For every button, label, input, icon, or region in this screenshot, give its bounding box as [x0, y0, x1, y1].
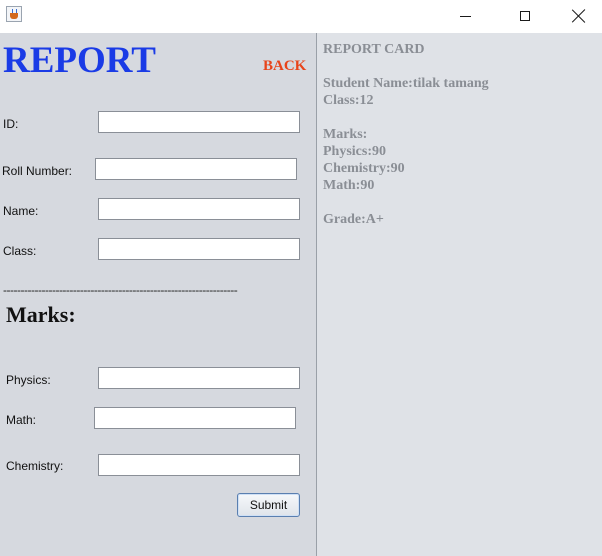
id-field[interactable] [98, 111, 300, 133]
math-field[interactable] [94, 407, 296, 429]
physics-field[interactable] [98, 367, 300, 389]
chemistry-label: Chemistry: [6, 459, 64, 473]
report-form-panel: REPORT BACK ID: Roll Number: Name: Class… [0, 33, 316, 556]
name-field[interactable] [98, 198, 300, 220]
physics-mark: Physics:90 [323, 144, 386, 159]
marks-label: Marks: [323, 127, 368, 142]
maximize-button[interactable] [502, 0, 548, 32]
chemistry-mark: Chemistry:90 [323, 161, 405, 176]
report-card: REPORT CARD Student Name:tilak tamang Cl… [323, 41, 489, 228]
divider: ----------------------------------------… [3, 283, 238, 297]
minimize-icon [459, 15, 471, 17]
minimize-button[interactable] [442, 0, 488, 32]
id-label: ID: [3, 117, 19, 131]
marks-heading: Marks: [6, 302, 76, 327]
title-bar [0, 0, 602, 32]
close-icon [572, 9, 586, 23]
math-label: Math: [6, 413, 37, 427]
grade: Grade:A+ [323, 212, 384, 227]
student-name: Student Name:tilak tamang [323, 76, 489, 91]
page-title: REPORT [3, 40, 156, 81]
report-card-panel: REPORT CARD Student Name:tilak tamang Cl… [316, 33, 602, 556]
close-button[interactable] [556, 0, 602, 32]
chemistry-field[interactable] [98, 454, 300, 476]
roll-number-label: Roll Number: [2, 164, 73, 178]
java-icon[interactable] [6, 6, 22, 22]
report-card-heading: REPORT CARD [323, 42, 425, 57]
student-class: Class:12 [323, 93, 374, 108]
maximize-icon [520, 11, 530, 21]
name-label: Name: [3, 204, 39, 218]
physics-label: Physics: [6, 373, 51, 387]
submit-button[interactable]: Submit [237, 493, 300, 517]
roll-number-field[interactable] [95, 158, 297, 180]
class-label: Class: [3, 244, 37, 258]
back-button[interactable]: BACK [263, 58, 306, 75]
class-field[interactable] [98, 238, 300, 260]
math-mark: Math:90 [323, 178, 375, 193]
